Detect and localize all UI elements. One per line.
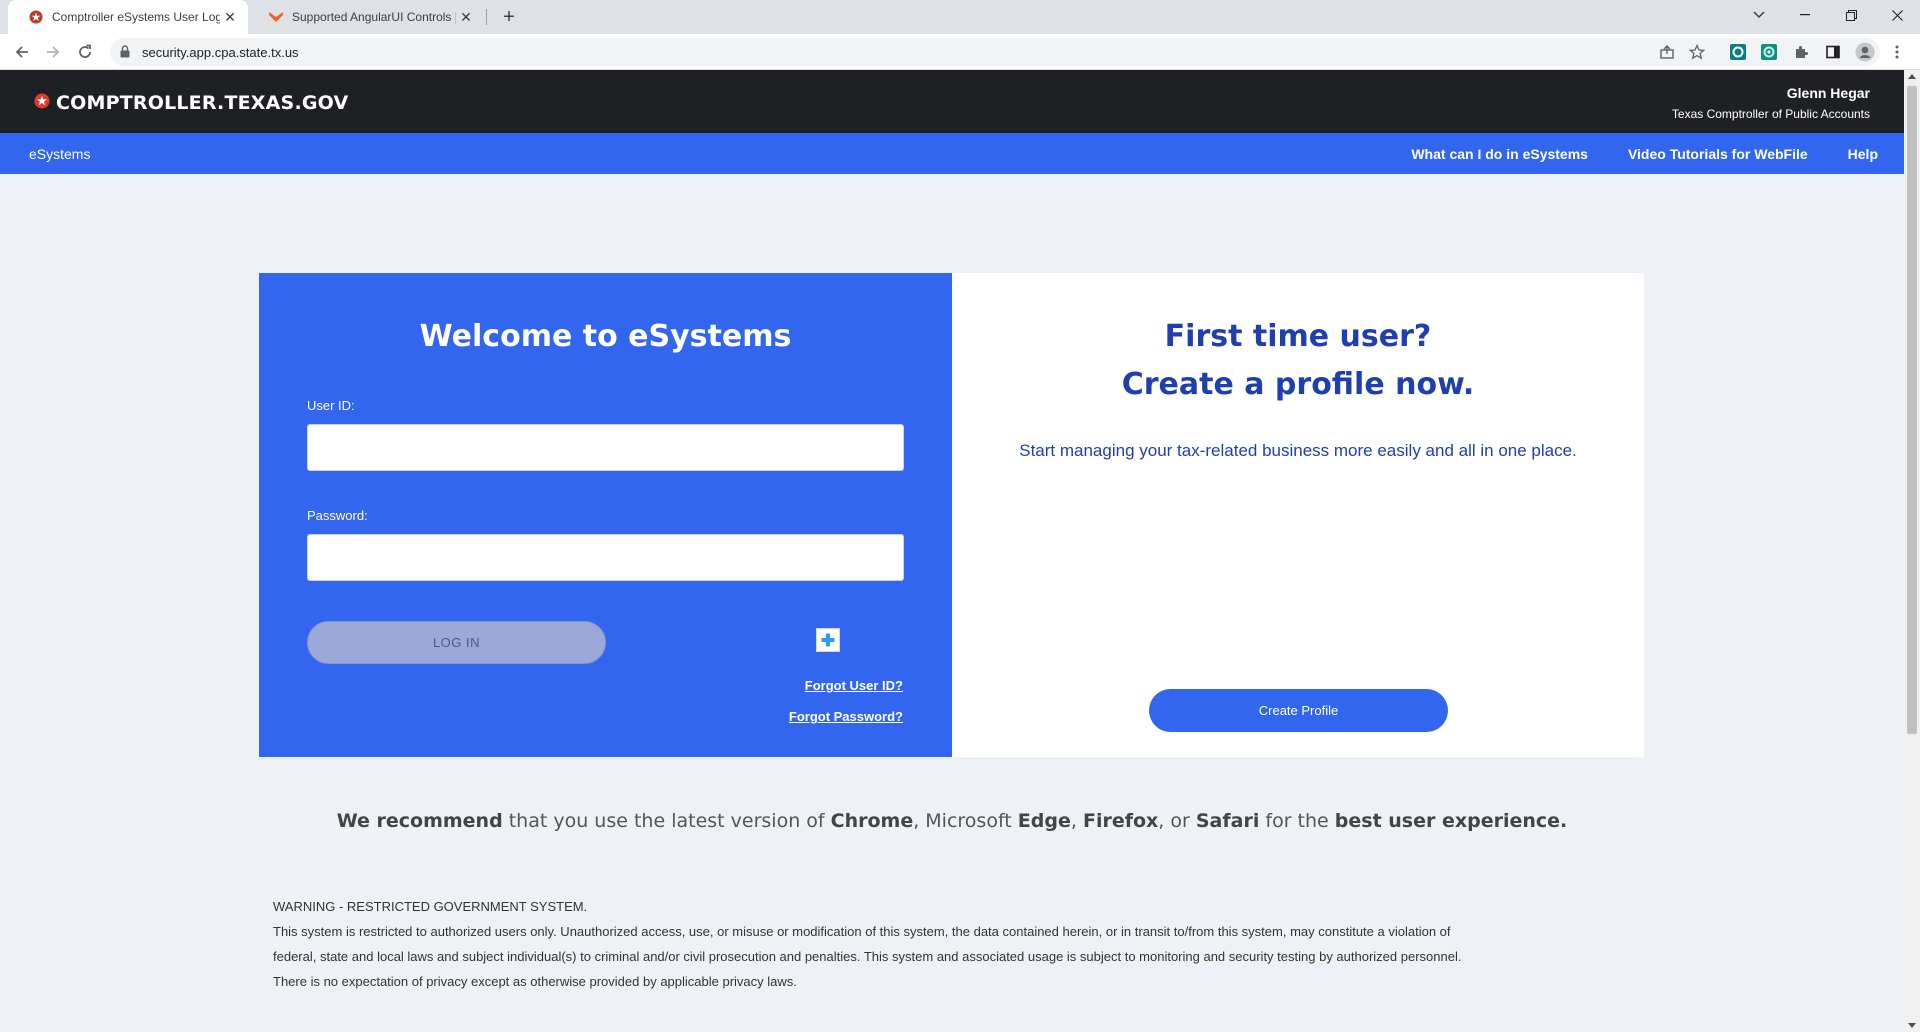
recommend-text: that you use the latest version of — [502, 810, 831, 832]
minimize-icon[interactable] — [1782, 0, 1828, 30]
profile-title-line2: Create a profile now. — [1121, 367, 1475, 402]
browser-menu-icon[interactable] — [1885, 40, 1909, 64]
tab-title: Supported AngularUI Controls | T — [292, 10, 456, 24]
official-name: Glenn Hegar — [1786, 85, 1870, 101]
bookmark-star-icon[interactable] — [1685, 40, 1709, 64]
recommend-firefox: Firefox — [1082, 810, 1159, 832]
recommend-chrome: Chrome — [830, 810, 914, 832]
profile-description: Start managing your tax-related business… — [1019, 441, 1577, 460]
recommend-strong: We recommend — [336, 810, 503, 832]
site-nav: eSystems What can I do in eSystems Video… — [0, 133, 1904, 174]
browser-tabstrip: Comptroller eSystems User Login ✕ Suppor… — [0, 0, 1920, 34]
share-icon[interactable] — [1655, 40, 1679, 64]
new-tab-icon[interactable]: + — [496, 5, 522, 29]
nav-esystems-home[interactable]: eSystems — [29, 146, 90, 162]
browser-tab-active[interactable]: Comptroller eSystems User Login ✕ — [8, 0, 248, 34]
close-tab-icon[interactable]: ✕ — [456, 7, 476, 27]
tab-title: Comptroller eSystems User Login — [52, 10, 220, 24]
user-id-input[interactable] — [307, 424, 904, 471]
scroll-up-arrow-icon[interactable] — [1908, 74, 1916, 79]
star-logo-icon — [34, 92, 50, 114]
recommend-text: for the — [1259, 810, 1335, 832]
address-bar[interactable]: security.app.cpa.state.tx.us — [110, 38, 1880, 66]
browser-toolbar: security.app.cpa.state.tx.us — [0, 34, 1920, 70]
browser-tab[interactable]: Supported AngularUI Controls | T ✕ — [248, 0, 484, 34]
nav-links: What can I do in eSystems Video Tutorial… — [1411, 146, 1878, 162]
login-title: Welcome to eSystems — [419, 319, 792, 354]
reload-icon[interactable] — [73, 40, 97, 64]
recommend-text: , or — [1158, 810, 1196, 832]
forgot-user-id-link[interactable]: Forgot User ID? — [805, 678, 903, 693]
official-title: Texas Comptroller of Public Accounts — [1671, 107, 1870, 121]
page-scrollbar[interactable] — [1904, 70, 1920, 1032]
tab-search-icon[interactable] — [1736, 0, 1782, 30]
login-panel: Welcome to eSystems User ID: Password: L… — [259, 273, 952, 757]
close-tab-icon[interactable]: ✕ — [220, 7, 240, 27]
forward-arrow-icon[interactable] — [41, 40, 65, 64]
extension-teal-icon[interactable] — [1726, 40, 1750, 64]
warning-line: federal, state and local laws and subjec… — [273, 949, 1462, 964]
side-panel-icon[interactable] — [1821, 40, 1845, 64]
warning-line: There is no expectation of privacy excep… — [273, 974, 797, 989]
security-warning: WARNING - RESTRICTED GOVERNMENT SYSTEM. … — [273, 894, 1633, 994]
forgot-password-link[interactable]: Forgot Password? — [789, 709, 903, 724]
login-button[interactable]: LOG IN — [307, 621, 606, 664]
profile-avatar-icon[interactable] — [1853, 40, 1877, 64]
official-block: Glenn Hegar Texas Comptroller of Public … — [1672, 85, 1870, 121]
password-label: Password: — [307, 508, 368, 523]
telerik-favicon-icon — [268, 9, 284, 25]
profile-title-line1: First time user? — [1164, 319, 1432, 354]
nav-link-video-tutorials[interactable]: Video Tutorials for WebFile — [1628, 146, 1808, 162]
warning-heading: WARNING - RESTRICTED GOVERNMENT SYSTEM. — [273, 899, 588, 914]
create-profile-panel: First time user? Create a profile now. S… — [952, 273, 1644, 757]
comptroller-favicon-icon — [28, 9, 44, 25]
create-profile-button[interactable]: Create Profile — [1149, 689, 1448, 732]
password-input[interactable] — [307, 534, 904, 581]
site-header: COMPTROLLER.TEXAS.GOV Glenn Hegar Texas … — [0, 70, 1904, 133]
extensions-puzzle-icon[interactable] — [1789, 40, 1813, 64]
tab-separator — [486, 9, 487, 25]
comptroller-logo[interactable]: COMPTROLLER.TEXAS.GOV — [34, 92, 348, 114]
recommend-text: , Microsoft — [913, 810, 1018, 832]
recommend-text: , — [1070, 810, 1083, 832]
nav-link-help[interactable]: Help — [1848, 146, 1878, 162]
close-window-icon[interactable] — [1874, 0, 1920, 30]
nav-link-what-can-i-do[interactable]: What can I do in eSystems — [1411, 146, 1588, 162]
warning-line: This system is restricted to authorized … — [273, 924, 1451, 939]
recommend-safari: Safari — [1195, 810, 1260, 832]
recommend-best-experience: best user experience. — [1334, 810, 1568, 832]
extension-teal-2-icon[interactable] — [1757, 40, 1781, 64]
url-text: security.app.cpa.state.tx.us — [142, 45, 299, 60]
user-id-label: User ID: — [307, 398, 355, 413]
browser-recommendation: We recommend that you use the latest ver… — [0, 810, 1904, 832]
lock-icon — [120, 45, 130, 63]
plus-icon[interactable] — [816, 628, 840, 652]
brand-text: COMPTROLLER.TEXAS.GOV — [56, 92, 349, 114]
back-arrow-icon[interactable] — [10, 40, 34, 64]
scroll-thumb[interactable] — [1907, 86, 1917, 734]
restore-icon[interactable] — [1828, 0, 1874, 30]
scroll-down-arrow-icon[interactable] — [1908, 1023, 1916, 1028]
recommend-edge: Edge — [1017, 810, 1071, 832]
